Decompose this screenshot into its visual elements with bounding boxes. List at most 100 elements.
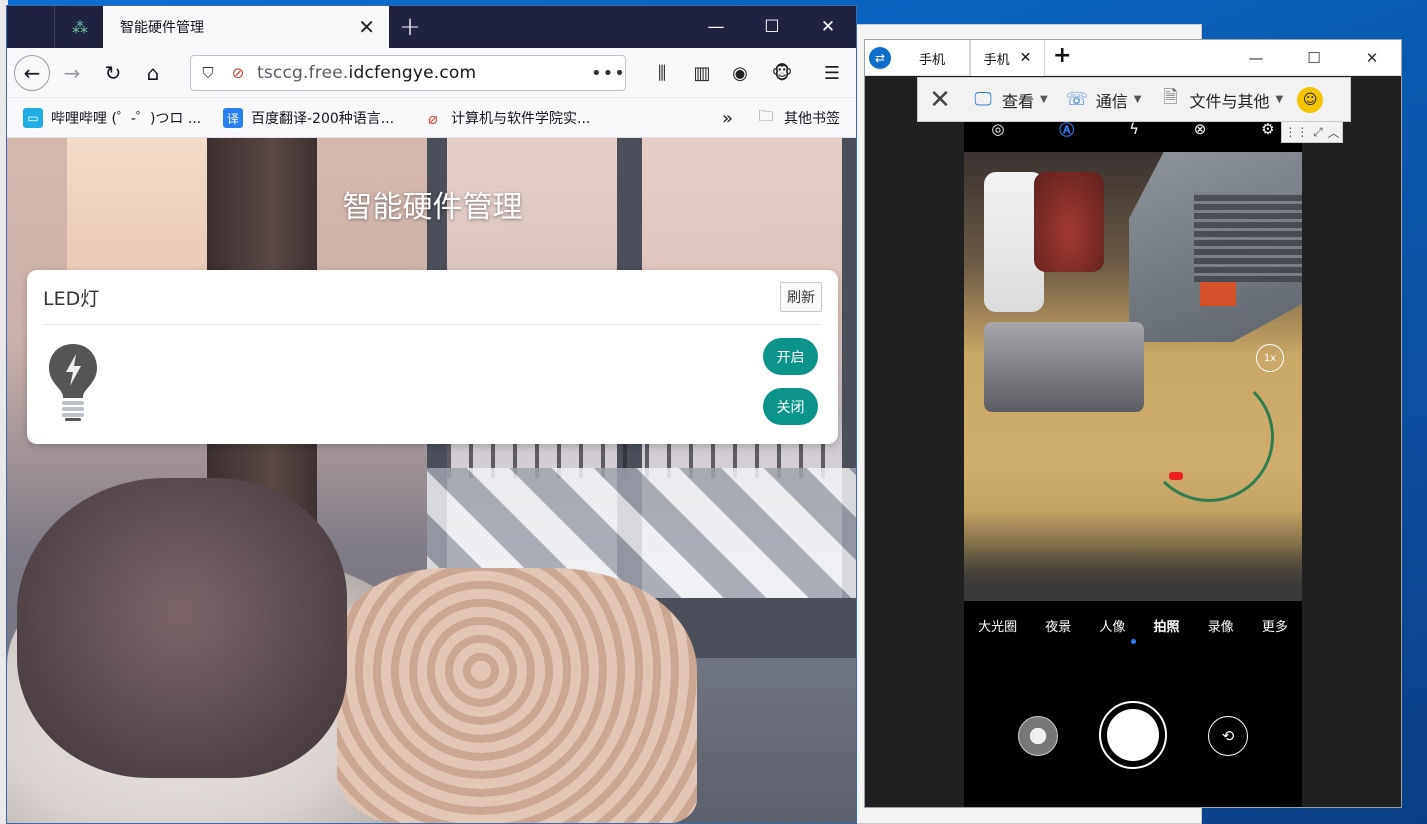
on-button[interactable]: 开启 [763,338,818,375]
mode-night[interactable]: 夜景 [1045,616,1071,635]
bookmark-label: 百度翻译-200种语言... [251,111,395,127]
menu-icon[interactable]: ☰ [817,59,847,87]
tab-label: 手机 [918,52,945,68]
files-label: 文件与其他 [1189,91,1270,111]
settings-icon[interactable]: ⚙ [1261,120,1274,138]
url-text[interactable]: tsccg.free.idcfengye.com [251,63,591,83]
other-bookmarks-folder[interactable]: 🗀 其他书签 [756,106,840,128]
maximize-icon[interactable]: ☐ [744,6,800,48]
background-photo-part [337,568,697,823]
back-button[interactable]: ← [14,55,50,91]
tab-phone-active[interactable]: 手机 ✕ [970,40,1045,76]
mode-video[interactable]: 录像 [1208,616,1234,635]
vf-keyboard [1194,192,1302,282]
refresh-button[interactable]: 刷新 [780,282,822,312]
mode-portrait[interactable]: 人像 [1099,616,1125,635]
switch-camera-icon[interactable]: ⟲ [1208,716,1248,756]
bookmark-item[interactable]: ⌀ 计算机与软件学院实... [423,108,590,128]
close-icon[interactable]: ✕ [800,6,856,48]
camera-modes: 大光圈 夜景 人像 拍照 录像 更多 [964,616,1302,635]
end-session-icon[interactable]: ✕ [918,85,962,115]
files-icon: 🗎 [1163,86,1178,108]
mode-photo[interactable]: 拍照 [1154,616,1180,635]
shutter-button[interactable] [1099,701,1167,769]
home-button[interactable]: ⌂ [135,55,171,91]
url-host-main: idcfengye.com [348,63,477,83]
mode-aperture[interactable]: 大光圈 [978,616,1017,635]
minimize-icon[interactable]: — [688,6,744,48]
vf-wire [1144,372,1274,502]
gallery-thumbnail[interactable] [1018,716,1058,756]
tv-window-controls: — ☐ ✕ [1227,40,1401,76]
pinned-tab[interactable] [7,6,55,48]
filter-icon[interactable]: ⊗ [1194,120,1207,138]
sidebar-icon[interactable]: ▥ [687,59,717,87]
url-host-prefix: tsccg.free. [257,63,349,83]
tab-phone[interactable]: 手机 [895,40,970,76]
off-button[interactable]: 关闭 [763,388,818,425]
vf-led [1169,472,1183,480]
lightbulb-icon [49,344,97,421]
reload-button[interactable]: ↻ [95,55,131,91]
grid-icon[interactable]: ⋮⋮ [1284,125,1308,139]
new-tab-button[interactable]: + [394,11,426,43]
add-tab-icon[interactable]: + [1053,43,1071,68]
bookmark-item[interactable]: 译 百度翻译-200种语言... [223,108,394,128]
tab-favicon-icon[interactable]: ⁂ [57,6,103,48]
view-label: 查看 [1002,91,1035,111]
chevron-down-icon: ▼ [1040,94,1048,105]
navigation-bar: ← → ↻ ⌂ ⛉ ⊘ tsccg.free.idcfengye.com •••… [7,48,856,98]
remote-phone-screen[interactable]: ◎ Ⓐ ϟ ⊗ ⚙ 1x 大光圈 夜景 人像 拍照 录像 更多 ⟲ [964,106,1302,807]
led-card: LED灯 刷新 开启 关闭 [27,270,838,444]
files-menu[interactable]: 🗎 文件与其他 ▼ [1149,87,1291,113]
tab-label: 手机 [983,52,1010,68]
window-controls: — ☐ ✕ [688,6,856,48]
collapse-up-icon[interactable]: ︿ [1328,124,1340,141]
card-header: LED灯 刷新 [43,270,822,325]
mode-more[interactable]: 更多 [1262,616,1288,635]
zoom-indicator[interactable]: 1x [1256,344,1284,372]
baidu-translate-icon: 译 [223,108,243,128]
tracking-shield-icon[interactable]: ⛉ [191,64,225,82]
camera-viewfinder[interactable]: 1x [964,152,1302,601]
teamviewer-logo-icon: ⇄ [869,47,891,69]
feedback-smiley-icon[interactable]: ☺ [1297,86,1324,113]
tab-close-icon[interactable]: ✕ [358,15,375,39]
flash-off-icon[interactable]: ϟ [1129,120,1139,138]
lens-icon[interactable]: ◎ [991,120,1004,138]
maximize-icon[interactable]: ☐ [1285,40,1343,76]
vf-jar [1034,172,1104,272]
bookmark-label: 哔哩哔哩 (゜-゜)つロ ... [51,111,202,127]
page-actions-icon[interactable]: ••• [591,63,625,84]
chevron-down-icon: ▼ [1133,94,1142,105]
tab-active[interactable]: 智能硬件管理 ✕ [103,6,389,48]
insecure-lock-icon[interactable]: ⊘ [225,64,251,82]
view-menu[interactable]: 🖵 查看 ▼ [962,87,1056,113]
active-mode-indicator [1131,639,1136,644]
extension-icon[interactable]: 🐵 [767,59,797,87]
remote-toolbar: ✕ 🖵 查看 ▼ ☏ 通信 ▼ 🗎 文件与其他 ▼ ☺ [917,77,1351,122]
folder-icon: 🗀 [758,106,774,125]
bookmarks-overflow-button[interactable]: » [722,108,733,129]
library-icon[interactable]: ⫼ [647,59,677,87]
tab-close-icon[interactable]: ✕ [1020,50,1032,66]
close-icon[interactable]: ✕ [1343,40,1401,76]
bookmarks-toolbar: ▭ 哔哩哔哩 (゜-゜)つロ ... 译 百度翻译-200种语言... ⌀ 计算… [7,98,856,138]
phone-call-icon: ☏ [1065,89,1088,110]
bookmark-label: 计算机与软件学院实... [451,111,591,127]
forward-button[interactable]: → [54,55,90,91]
background-photo-part [17,478,347,778]
url-bar[interactable]: ⛉ ⊘ tsccg.free.idcfengye.com ••• [190,55,626,91]
vf-board-case [984,322,1144,412]
view-icon: 🖵 [974,89,992,110]
minimize-icon[interactable]: — [1227,40,1285,76]
other-bookmarks-label: 其他书签 [784,111,840,127]
vf-sticker [1200,282,1236,306]
title-bar: ⁂ 智能硬件管理 ✕ + — ☐ ✕ [7,6,856,48]
account-icon[interactable]: ◉ [725,59,755,87]
fullscreen-icon[interactable]: ⤢ [1313,125,1323,140]
bookmark-item[interactable]: ▭ 哔哩哔哩 (゜-゜)つロ ... [23,108,201,128]
vf-shadow [964,512,1302,601]
link-icon: ⌀ [428,108,438,128]
communicate-menu[interactable]: ☏ 通信 ▼ [1056,87,1150,113]
